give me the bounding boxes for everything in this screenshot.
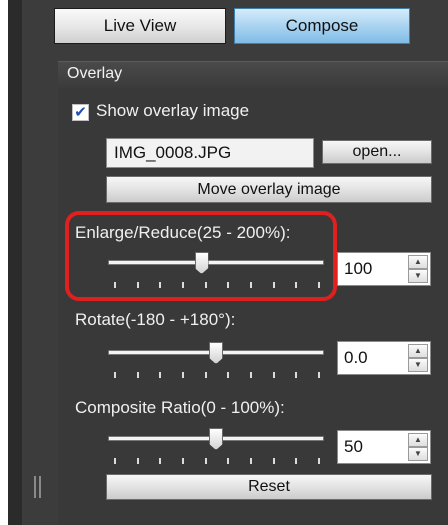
- spin-down-icon[interactable]: ▼: [408, 269, 428, 283]
- move-overlay-label: Move overlay image: [197, 180, 341, 198]
- slider-tick: [204, 458, 207, 464]
- resize-grip-icon[interactable]: [34, 476, 44, 502]
- composite-ratio-label: Composite Ratio(0 - 100%):: [75, 398, 285, 417]
- spin-up-icon[interactable]: ▲: [408, 344, 428, 358]
- slider-thumb[interactable]: [209, 342, 223, 364]
- check-icon: ✔: [74, 104, 87, 121]
- highlight-outline: [65, 211, 337, 301]
- slider-tick: [318, 372, 320, 378]
- slider-tick: [182, 458, 184, 464]
- slider-tick: [204, 372, 207, 378]
- slider-tick: [318, 458, 320, 464]
- rotate-value: 0.0: [344, 348, 368, 367]
- reset-button-label: Reset: [248, 478, 290, 495]
- overlay-file-name: IMG_0008.JPG: [114, 143, 232, 162]
- composite-ratio-value: 50: [344, 437, 363, 456]
- tab-live-view-label: Live View: [103, 16, 177, 35]
- enlarge-reduce-spinner[interactable]: ▲ ▼: [408, 255, 428, 283]
- reset-button[interactable]: Reset: [106, 474, 432, 500]
- spin-up-icon[interactable]: ▲: [408, 255, 428, 269]
- slider-tick: [250, 458, 252, 464]
- overlay-section-header: Overlay: [58, 61, 448, 88]
- open-button[interactable]: open...: [322, 140, 432, 164]
- slider-tick: [295, 458, 298, 464]
- composite-ratio-input[interactable]: 50 ▲ ▼: [337, 430, 431, 464]
- rotate-slider[interactable]: [108, 342, 324, 382]
- tab-live-view[interactable]: Live View: [54, 8, 226, 44]
- slider-tick: [227, 458, 230, 464]
- tab-compose[interactable]: Compose: [234, 8, 410, 44]
- show-overlay-checkbox[interactable]: ✔: [72, 104, 89, 121]
- show-overlay-label: Show overlay image: [96, 101, 250, 120]
- enlarge-reduce-value: 100: [344, 259, 373, 278]
- tab-compose-label: Compose: [285, 16, 359, 35]
- overlay-header-label: Overlay: [67, 65, 123, 82]
- enlarge-reduce-input[interactable]: 100 ▲ ▼: [337, 252, 431, 286]
- open-button-label: open...: [352, 143, 402, 160]
- slider-tick: [114, 458, 116, 464]
- slider-tick: [250, 372, 252, 378]
- slider-tick: [295, 372, 298, 378]
- rotate-spinner[interactable]: ▲ ▼: [408, 344, 428, 372]
- slider-ticks: [108, 458, 324, 464]
- rotate-input[interactable]: 0.0 ▲ ▼: [337, 341, 431, 375]
- slider-tick: [159, 458, 162, 464]
- move-overlay-button[interactable]: Move overlay image: [106, 176, 432, 203]
- slider-ticks: [108, 372, 324, 378]
- slider-tick: [136, 458, 139, 464]
- spin-up-icon[interactable]: ▲: [408, 433, 428, 447]
- rotate-label: Rotate(-180 - +180°):: [75, 310, 236, 329]
- slider-tick: [159, 372, 162, 378]
- spin-down-icon[interactable]: ▼: [408, 447, 428, 461]
- slider-tick: [272, 458, 275, 464]
- slider-tick: [272, 372, 275, 378]
- slider-tick: [182, 372, 184, 378]
- composite-ratio-spinner[interactable]: ▲ ▼: [408, 433, 428, 461]
- slider-tick: [136, 372, 139, 378]
- slider-thumb[interactable]: [209, 428, 223, 450]
- slider-tick: [114, 372, 116, 378]
- spin-down-icon[interactable]: ▼: [408, 358, 428, 372]
- overlay-file-field[interactable]: IMG_0008.JPG: [106, 138, 314, 168]
- slider-tick: [227, 372, 230, 378]
- composite-ratio-slider[interactable]: [108, 428, 324, 468]
